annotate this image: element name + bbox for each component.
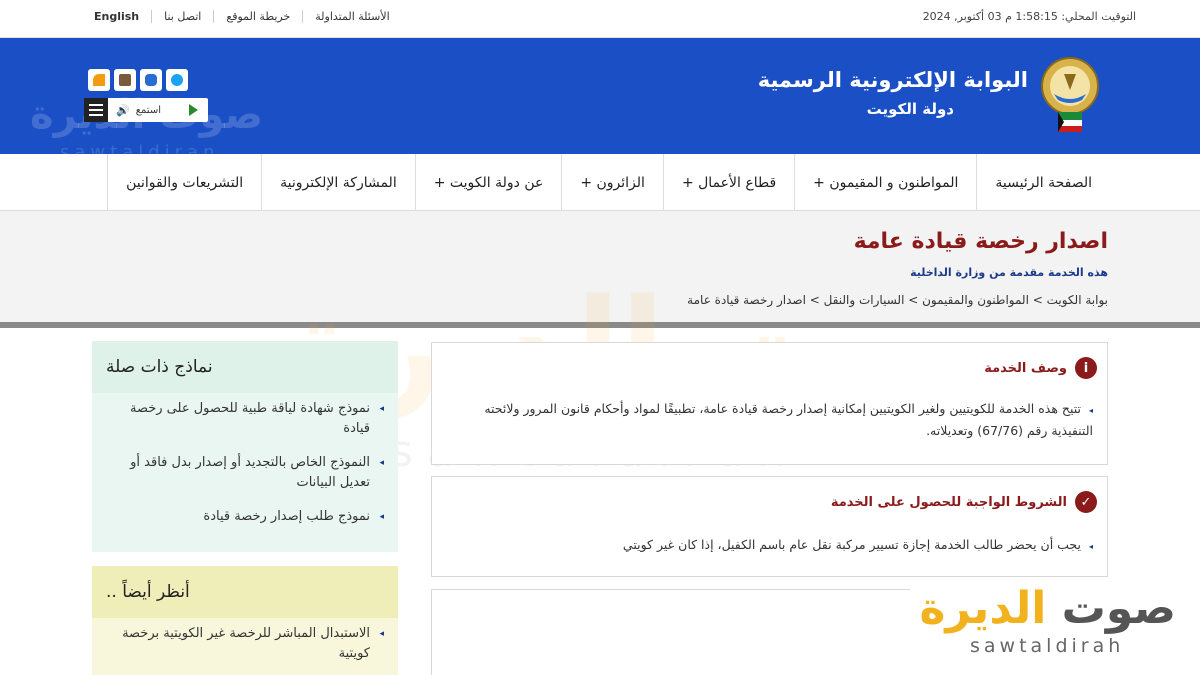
- main-nav: الصفحة الرئيسية المواطنون و المقيمون + ق…: [0, 154, 1200, 211]
- related-form-link[interactable]: نموذج طلب إصدار رخصة قيادة: [106, 507, 384, 527]
- top-link-faq[interactable]: الأسئلة المتداولة: [302, 10, 401, 23]
- play-icon[interactable]: [189, 104, 198, 116]
- card-body: ◂تتيح هذه الخدمة للكويتيين ولغير الكويتي…: [446, 399, 1093, 441]
- see-also-link[interactable]: الاستبدال المباشر للرخصة غير الكويتية بر…: [106, 624, 384, 664]
- site-header: صوت الديرة sawtaldiran البوابة الإلكترون…: [0, 38, 1200, 163]
- check-icon: ✓: [1075, 491, 1097, 513]
- nav-visitors[interactable]: الزائرون +: [561, 154, 663, 211]
- top-links: English اتصل بنا خريطة الموقع الأسئلة ال…: [82, 10, 402, 23]
- rss-icon[interactable]: [88, 69, 110, 91]
- read-aloud-bar: 🔊 استمع: [84, 98, 208, 122]
- info-icon: i: [1075, 357, 1097, 379]
- speaker-icon: 🔊: [116, 103, 130, 117]
- kuwait-emblem-icon[interactable]: [1040, 54, 1100, 140]
- page-title: اصدار رخصة قيادة عامة: [853, 229, 1108, 254]
- social-links: [88, 69, 188, 91]
- card-body: ◂ يجب أن يحضر طالب الخدمة إجازة تسيير مرك…: [446, 535, 1093, 557]
- panel-title: نماذج ذات صلة: [92, 341, 398, 393]
- requirements-text: يجب أن يحضر طالب الخدمة إجازة تسيير مركب…: [622, 537, 1081, 552]
- nav-about-kuwait[interactable]: عن دولة الكويت +: [414, 154, 562, 211]
- card-header: ✓ الشروط الواجبة للحصول على الخدمة: [831, 491, 1097, 513]
- top-link-contact[interactable]: اتصل بنا: [151, 10, 213, 23]
- brand-part1: صوت: [1061, 583, 1176, 634]
- bullet-icon: ◂: [1088, 542, 1093, 551]
- card-title: الشروط الواجبة للحصول على الخدمة: [830, 494, 1067, 510]
- brand-name: صوت الديرة: [919, 583, 1176, 634]
- top-link-english[interactable]: English: [82, 10, 151, 23]
- nav-business[interactable]: قطاع الأعمال +: [662, 154, 794, 211]
- related-form-link[interactable]: نموذج شهادة لياقة طبية للحصول على رخصة ق…: [106, 399, 384, 439]
- nav-citizens-residents[interactable]: المواطنون و المقيمون +: [794, 154, 976, 211]
- twitter-icon[interactable]: [166, 69, 188, 91]
- nav-legislation[interactable]: التشريعات والقوانين: [107, 154, 261, 211]
- card-header: i وصف الخدمة: [984, 357, 1097, 379]
- brand-logo: صوت الديرة sawtaldirah: [910, 577, 1200, 675]
- card-title: وصف الخدمة: [984, 360, 1067, 376]
- related-form-link[interactable]: النموذج الخاص بالتجديد أو إصدار بدل فاقد…: [106, 453, 384, 493]
- youtube-icon[interactable]: [114, 69, 136, 91]
- portal-title[interactable]: البوابة الإلكترونية الرسمية: [758, 68, 1028, 92]
- bullet-icon: ◂: [1088, 406, 1093, 415]
- related-forms-panel: نماذج ذات صلة نموذج شهادة لياقة طبية للح…: [92, 341, 398, 552]
- requirements-card: ✓ الشروط الواجبة للحصول على الخدمة ◂ يجب …: [431, 476, 1108, 577]
- brand-part2: الديرة: [919, 583, 1047, 634]
- instagram-icon[interactable]: [140, 69, 162, 91]
- panel-title: أنظر أيضاً ..: [92, 566, 398, 618]
- menu-icon[interactable]: [84, 98, 108, 122]
- nav-home[interactable]: الصفحة الرئيسية: [976, 154, 1110, 211]
- service-description-text: تتيح هذه الخدمة للكويتيين ولغير الكويتيي…: [484, 401, 1093, 438]
- service-description-card: i وصف الخدمة ◂تتيح هذه الخدمة للكويتيين …: [431, 342, 1108, 465]
- local-time: التوقيت المحلي: 1:58:15 م 03 أكتوبر, 202…: [922, 10, 1136, 23]
- nav-e-participation[interactable]: المشاركة الإلكترونية: [261, 154, 415, 211]
- see-also-panel: أنظر أيضاً .. الاستبدال المباشر للرخصة غ…: [92, 566, 398, 675]
- listen-label[interactable]: استمع: [136, 105, 161, 116]
- top-link-sitemap[interactable]: خريطة الموقع: [213, 10, 302, 23]
- top-bar: التوقيت المحلي: 1:58:15 م 03 أكتوبر, 202…: [0, 0, 1200, 38]
- brand-sub: sawtaldirah: [970, 635, 1125, 657]
- portal-subtitle: دولة الكويت: [866, 100, 954, 118]
